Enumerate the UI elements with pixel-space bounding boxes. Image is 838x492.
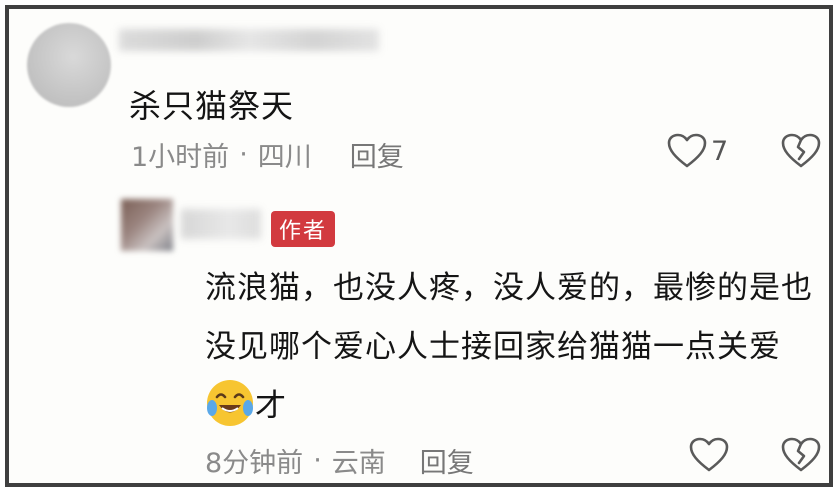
reply-reply-button[interactable]: 回复 bbox=[420, 441, 474, 480]
reply-text: 流浪猫，也没人疼，没人爱的，最惨的是也没见哪个爱心人士接回家给猫猫一点关爱 才 bbox=[205, 259, 815, 436]
broken-heart-outline-icon bbox=[781, 437, 821, 472]
comment-reply-button[interactable]: 回复 bbox=[350, 135, 404, 174]
author-avatar[interactable] bbox=[121, 199, 173, 251]
crying-laughing-emoji-icon bbox=[207, 380, 253, 426]
comment-like-button[interactable]: 7 bbox=[667, 133, 728, 169]
author-badge: 作者 bbox=[271, 211, 336, 247]
heart-outline-icon bbox=[689, 437, 729, 472]
heart-outline-icon bbox=[667, 133, 707, 168]
commenter-name-blurred[interactable] bbox=[119, 29, 379, 51]
comment-like-count: 7 bbox=[711, 135, 729, 167]
comment-screenshot-frame: 杀只猫祭天 1小时前 · 四川 回复 7 作者 流浪猫，也没人疼，没人爱的，最惨… bbox=[5, 5, 833, 487]
comment-location: 四川 bbox=[257, 142, 312, 173]
reply-location: 云南 bbox=[331, 448, 386, 479]
reply-time: 8分钟前 bbox=[205, 448, 304, 479]
meta-separator: · bbox=[239, 139, 248, 170]
reply-dislike-button[interactable] bbox=[781, 437, 821, 477]
author-name-blurred[interactable] bbox=[181, 209, 261, 239]
commenter-avatar[interactable] bbox=[27, 23, 111, 107]
broken-heart-outline-icon bbox=[781, 133, 821, 168]
comment-meta: 1小时前 · 四川 回复 bbox=[131, 135, 404, 174]
meta-separator: · bbox=[313, 445, 322, 476]
comment-dislike-button[interactable] bbox=[781, 133, 821, 173]
comment-text: 杀只猫祭天 bbox=[129, 87, 295, 125]
reply-meta: 8分钟前 · 云南 回复 bbox=[205, 441, 474, 480]
reply-text-tail: 才 bbox=[255, 388, 287, 424]
reply-text-main: 流浪猫，也没人疼，没人爱的，最惨的是也没见哪个爱心人士接回家给猫猫一点关爱 bbox=[205, 270, 813, 365]
reply-like-button[interactable] bbox=[689, 437, 729, 473]
comment-time: 1小时前 bbox=[131, 142, 230, 173]
